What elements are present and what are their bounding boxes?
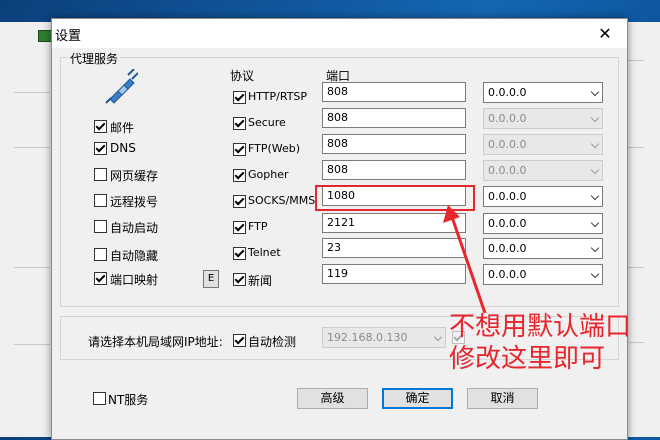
- annotation-line-2: 修改这里即可: [449, 344, 606, 374]
- secure-checkbox[interactable]: [233, 117, 246, 130]
- secure-label: Secure: [248, 116, 286, 129]
- divider: [14, 92, 50, 93]
- gopher-port-input[interactable]: 808: [322, 160, 466, 180]
- http-rtsp-label: HTTP/RTSP: [248, 90, 308, 103]
- chevron-down-icon: [590, 87, 600, 97]
- ftp-web-checkbox[interactable]: [233, 143, 246, 156]
- http-rtsp-ip-select[interactable]: 0.0.0.0: [483, 82, 603, 103]
- background-window-left: [0, 22, 53, 437]
- secure-ip-select: 0.0.0.0: [483, 108, 603, 129]
- telnet-label: Telnet: [248, 246, 281, 259]
- ok-button[interactable]: 确定: [382, 388, 453, 409]
- annotation-line-1: 不想用默认端口: [449, 312, 632, 342]
- port-mapping-edit-button[interactable]: E: [203, 270, 219, 288]
- ftp-ip-select[interactable]: 0.0.0.0: [483, 213, 603, 234]
- dns-label: DNS: [110, 141, 136, 155]
- chevron-down-icon: [590, 191, 600, 201]
- http-rtsp-port-input[interactable]: 808: [322, 82, 466, 102]
- app-icon: [38, 30, 52, 42]
- cancel-button[interactable]: 取消: [467, 388, 538, 409]
- background-window-right: [623, 22, 660, 437]
- divider: [14, 267, 50, 268]
- mail-label: 邮件: [110, 121, 135, 135]
- remote-dial-label: 远程拨号: [110, 195, 159, 209]
- chevron-down-icon: [590, 165, 600, 175]
- nt-service-label: NT服务: [108, 393, 149, 407]
- local-ip-label: 请选择本机局域网IP地址:: [88, 335, 223, 349]
- ftp-web-ip-value: 0.0.0.0: [488, 138, 527, 151]
- annotation-arrow-icon: [443, 205, 487, 314]
- ftp-web-label: FTP(Web): [248, 142, 301, 155]
- socks-mms-ip-select[interactable]: 0.0.0.0: [483, 186, 603, 207]
- chevron-down-icon: [590, 218, 600, 228]
- dialog-title: 设置: [55, 29, 82, 44]
- divider: [14, 147, 50, 148]
- secure-ip-value: 0.0.0.0: [488, 112, 527, 125]
- web-cache-label: 网页缓存: [110, 169, 159, 183]
- gopher-ip-value: 0.0.0.0: [488, 164, 527, 177]
- socks-mms-label: SOCKS/MMS: [248, 194, 316, 207]
- divider: [14, 344, 50, 345]
- ftp-checkbox[interactable]: [233, 221, 246, 234]
- remote-dial-checkbox[interactable]: [94, 194, 107, 207]
- proxy-group-label: 代理服务: [68, 50, 121, 67]
- protocol-column-header: 协议: [230, 69, 255, 83]
- chevron-down-icon: [590, 243, 600, 253]
- advanced-button[interactable]: 高级: [297, 388, 368, 409]
- close-icon[interactable]: ✕: [583, 19, 627, 48]
- web-cache-checkbox[interactable]: [94, 168, 107, 181]
- title-bar[interactable]: 设置 ✕: [52, 19, 627, 48]
- port-mapping-label: 端口映射: [110, 273, 159, 287]
- auto-start-checkbox[interactable]: [94, 220, 107, 233]
- http-rtsp-checkbox[interactable]: [233, 91, 246, 104]
- ftp-web-ip-select: 0.0.0.0: [483, 134, 603, 155]
- http-rtsp-ip-value: 0.0.0.0: [488, 86, 527, 99]
- auto-detect-label: 自动检测: [248, 335, 297, 349]
- local-ip-value: 192.168.0.130: [327, 331, 408, 344]
- secure-port-input[interactable]: 808: [322, 108, 466, 128]
- nt-service-checkbox[interactable]: [93, 392, 106, 405]
- ftp-web-port-input[interactable]: 808: [322, 134, 466, 154]
- gopher-label: Gopher: [248, 168, 289, 181]
- chevron-down-icon: [590, 269, 600, 279]
- chevron-down-icon: [590, 139, 600, 149]
- socks-mms-checkbox[interactable]: [233, 195, 246, 208]
- chevron-down-icon: [433, 332, 443, 342]
- dns-checkbox[interactable]: [94, 142, 107, 155]
- settings-dialog: 设置 ✕ 代理服务 协议 端口 邮件 DNS 网页缓存 远程拨号 自动启动 自动…: [51, 18, 628, 440]
- local-ip-select: 192.168.0.130: [322, 327, 446, 348]
- gopher-checkbox[interactable]: [233, 169, 246, 182]
- news-checkbox[interactable]: [233, 273, 246, 286]
- auto-hide-checkbox[interactable]: [94, 248, 107, 261]
- news-ip-select[interactable]: 0.0.0.0: [483, 264, 603, 285]
- network-plug-icon: [105, 69, 138, 104]
- mail-checkbox[interactable]: [94, 120, 107, 133]
- news-label: 新闻: [248, 274, 273, 288]
- telnet-ip-select[interactable]: 0.0.0.0: [483, 238, 603, 259]
- port-mapping-checkbox[interactable]: [94, 272, 107, 285]
- auto-hide-label: 自动隐藏: [110, 249, 159, 263]
- gopher-ip-select: 0.0.0.0: [483, 160, 603, 181]
- ftp-label: FTP: [248, 220, 268, 233]
- auto-detect-checkbox[interactable]: [233, 334, 246, 347]
- chevron-down-icon: [590, 113, 600, 123]
- telnet-checkbox[interactable]: [233, 247, 246, 260]
- auto-start-label: 自动启动: [110, 221, 159, 235]
